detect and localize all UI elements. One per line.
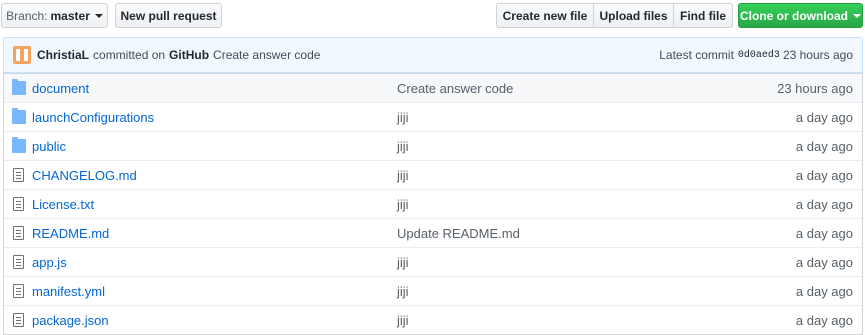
file-icon — [13, 168, 24, 182]
file-icon — [13, 284, 24, 298]
file-commit-message-link[interactable]: jiji — [397, 168, 796, 183]
file-commit-message-link[interactable]: jiji — [397, 255, 796, 270]
file-name-link[interactable]: package.json — [32, 313, 397, 328]
commit-message-link[interactable]: Create answer code — [213, 48, 320, 62]
file-age: a day ago — [795, 283, 853, 299]
commit-sha-link[interactable]: 0d0aed3 — [738, 50, 780, 61]
file-name-link[interactable]: public — [32, 139, 397, 154]
file-commit-message-link[interactable]: Update README.md — [397, 226, 796, 241]
file-age: a day ago — [795, 196, 853, 212]
folder-icon — [12, 108, 26, 124]
file-age: a day ago — [795, 312, 853, 328]
file-name-link[interactable]: app.js — [32, 255, 397, 270]
file-row-license: License.txt jiji a day ago — [4, 189, 862, 218]
file-row-launchConfigurations: launchConfigurations jiji a day ago — [4, 102, 862, 131]
file-row-package-json: package.json jiji a day ago — [4, 305, 862, 334]
file-commit-message-link[interactable]: jiji — [397, 110, 796, 125]
file-commit-message-link[interactable]: Create answer code — [397, 81, 777, 96]
file-icon — [13, 226, 24, 240]
upload-files-button[interactable]: Upload files — [593, 3, 673, 28]
file-age: 23 hours ago — [777, 80, 853, 96]
file-toolbar: Branch: master New pull request Create n… — [0, 0, 865, 36]
file-row-changelog: CHANGELOG.md jiji a day ago — [4, 160, 862, 189]
file-row-app-js: app.js jiji a day ago — [4, 247, 862, 276]
commit-meta: Latest commit 0d0aed3 23 hours ago — [659, 48, 853, 62]
clone-or-download-button[interactable]: Clone or download — [738, 3, 863, 28]
create-new-file-button[interactable]: Create new file — [496, 3, 593, 28]
file-name-link[interactable]: manifest.yml — [32, 284, 397, 299]
commit-via: GitHub — [169, 48, 210, 62]
commit-author-link[interactable]: ChristiaL — [37, 48, 89, 62]
file-age: a day ago — [795, 138, 853, 154]
file-name-link[interactable]: CHANGELOG.md — [32, 168, 397, 183]
file-row-public: public jiji a day ago — [4, 131, 862, 160]
commit-age: 23 hours ago — [782, 48, 853, 62]
file-name-link[interactable]: launchConfigurations — [32, 110, 397, 125]
file-commit-message-link[interactable]: jiji — [397, 197, 796, 212]
file-name-link[interactable]: document — [32, 81, 397, 96]
file-age: a day ago — [795, 167, 853, 183]
branch-select-button[interactable]: Branch: master — [1, 3, 108, 28]
latest-commit-bar: ChristiaL committed on GitHub Create ans… — [3, 37, 863, 73]
file-age: a day ago — [795, 254, 853, 270]
file-age: a day ago — [795, 109, 853, 125]
file-name-link[interactable]: License.txt — [32, 197, 397, 212]
branch-name: master — [50, 8, 90, 23]
new-pull-request-button[interactable]: New pull request — [115, 3, 222, 28]
file-name-link[interactable]: README.md — [32, 226, 397, 241]
chevron-down-icon — [853, 14, 861, 18]
file-actions-group: Create new file Upload files Find file — [496, 3, 733, 28]
file-row-manifest: manifest.yml jiji a day ago — [4, 276, 862, 305]
file-commit-message-link[interactable]: jiji — [397, 313, 796, 328]
file-row-document: document Create answer code 23 hours ago — [4, 73, 862, 102]
latest-commit-label: Latest commit — [659, 48, 734, 62]
file-icon — [13, 313, 24, 327]
folder-icon — [12, 79, 26, 95]
commit-via-label: committed on — [93, 48, 166, 62]
file-commit-message-link[interactable]: jiji — [397, 284, 796, 299]
chevron-down-icon — [94, 14, 103, 18]
file-age: a day ago — [795, 225, 853, 241]
file-icon — [13, 255, 24, 269]
file-row-readme: README.md Update README.md a day ago — [4, 218, 862, 247]
find-file-button[interactable]: Find file — [673, 3, 733, 28]
file-list: document Create answer code 23 hours ago… — [3, 73, 863, 335]
branch-prefix-label: Branch: — [6, 8, 48, 23]
avatar[interactable] — [13, 46, 31, 64]
clone-or-download-label: Clone or download — [740, 8, 848, 23]
folder-icon — [12, 137, 26, 153]
file-icon — [13, 197, 24, 211]
file-commit-message-link[interactable]: jiji — [397, 139, 796, 154]
